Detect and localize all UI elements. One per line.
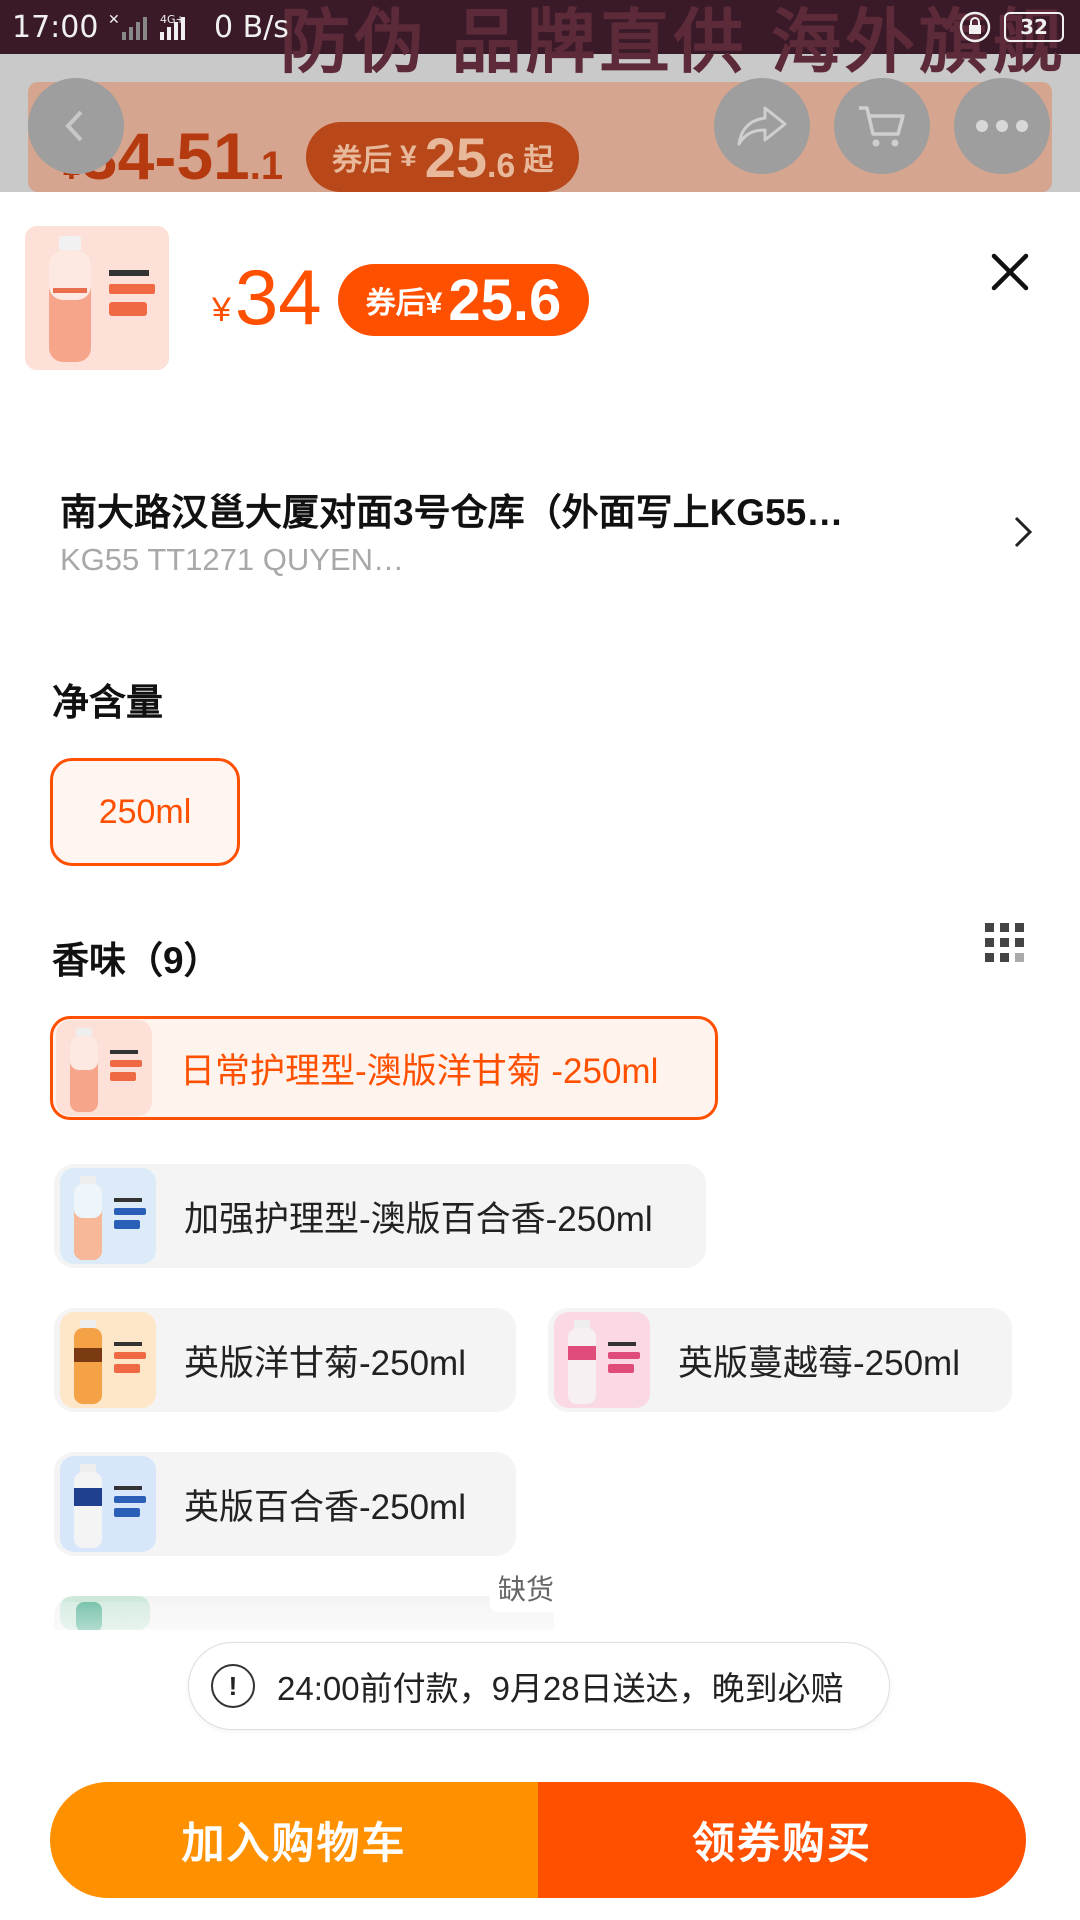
back-button[interactable] xyxy=(28,78,124,174)
price-value: 34 xyxy=(234,253,322,341)
scent-section-title: 香味（9） xyxy=(52,940,221,981)
delivery-notice-text: 24:00前付款，9月28日送达，晚到必赔 xyxy=(277,1670,844,1707)
product-bottle-image xyxy=(25,226,169,370)
scent-option-2-label: 加强护理型-澳版百合香-250ml xyxy=(184,1199,653,1239)
coupon-price-value: 25.6 xyxy=(448,267,562,333)
cart-button[interactable] xyxy=(834,78,930,174)
more-button[interactable] xyxy=(954,78,1050,174)
scent-option-1-thumbnail xyxy=(56,1020,152,1116)
battery-indicator: 32 xyxy=(1004,12,1064,42)
coupon-price-pill: 券后¥ 25.6 xyxy=(337,264,590,336)
status-bar: 17:00 ✕ 4G+ 0 B/s 32 xyxy=(0,0,1080,54)
scent-option-3-label: 英版洋甘菊-250ml xyxy=(184,1343,466,1383)
svg-text:✕: ✕ xyxy=(108,12,120,28)
price-currency: ¥ xyxy=(212,291,231,329)
info-icon: ! xyxy=(211,1664,255,1708)
address-title[interactable]: 南大路汉邕大厦对面3号仓库（外面写上KG55… xyxy=(60,482,890,536)
scent-option-2-thumbnail xyxy=(60,1168,156,1264)
status-net-speed: 0 B/s xyxy=(214,10,289,45)
background-coupon-suffix: 起 xyxy=(523,144,554,177)
delivery-notice: ! 24:00前付款，9月28日送达，晚到必赔 xyxy=(188,1642,890,1730)
signal-icon: ✕ 4G+ xyxy=(108,12,185,40)
share-button[interactable] xyxy=(714,78,810,174)
address-subtitle[interactable]: KG55 TT1271 QUYEN… xyxy=(60,542,404,578)
scent-option-3-thumbnail xyxy=(60,1312,156,1408)
background-coupon: 券后 ¥ 25.6 起 xyxy=(306,122,580,192)
scent-option-5-thumbnail xyxy=(60,1456,156,1552)
coupon-price-label: 券后¥ xyxy=(365,287,443,320)
volume-section-title: 净含量 xyxy=(52,682,163,723)
background-price-decimal: .1 xyxy=(249,144,284,188)
action-bar: 加入购物车 领券购买 xyxy=(50,1782,1026,1898)
scent-option-4-label: 英版蔓越莓-250ml xyxy=(678,1343,960,1383)
rotation-lock-icon xyxy=(959,11,991,43)
scent-option-5-label: 英版百合香-250ml xyxy=(184,1487,466,1527)
grid-view-toggle[interactable] xyxy=(984,922,1026,969)
product-thumbnail[interactable] xyxy=(25,226,169,370)
close-icon xyxy=(991,253,1029,291)
scent-option-4[interactable]: 英版蔓越莓-250ml xyxy=(548,1308,1012,1412)
scent-option-5[interactable]: 英版百合香-250ml xyxy=(54,1452,516,1556)
background-coupon-int: 25 xyxy=(424,125,487,189)
scent-option-3[interactable]: 英版洋甘菊-250ml xyxy=(54,1308,516,1412)
scent-option-4-thumbnail xyxy=(554,1312,650,1408)
background-coupon-currency: ¥ xyxy=(400,140,417,173)
close-button[interactable] xyxy=(986,248,1034,296)
background-coupon-label: 券后 xyxy=(332,144,392,177)
scent-option-2[interactable]: 加强护理型-澳版百合香-250ml xyxy=(54,1164,706,1268)
share-icon xyxy=(737,106,787,146)
chevron-right-icon xyxy=(1014,516,1033,548)
chevron-left-icon xyxy=(65,110,83,142)
more-dots-icon xyxy=(976,120,1028,132)
scent-option-1[interactable]: 日常护理型-澳版洋甘菊 -250ml xyxy=(50,1016,718,1120)
background-coupon-decimal: .6 xyxy=(486,146,516,185)
add-to-cart-button[interactable]: 加入购物车 xyxy=(50,1782,538,1898)
scent-option-1-label: 日常护理型-澳版洋甘菊 -250ml xyxy=(180,1051,659,1091)
background-coupon-value: 25.6 xyxy=(425,125,516,190)
claim-coupon-buy-button[interactable]: 领券购买 xyxy=(538,1782,1026,1898)
cart-icon xyxy=(859,106,905,147)
price-row: ¥ 34 券后¥ 25.6 xyxy=(212,252,590,342)
volume-option-250ml[interactable]: 250ml xyxy=(50,758,240,866)
address-selector[interactable] xyxy=(1012,514,1034,555)
sku-selector-sheet: ¥ 34 券后¥ 25.6 南大路汉邕大厦对面3号仓库（外面写上KG55… KG… xyxy=(0,192,1080,1920)
grid-icon xyxy=(985,923,1024,962)
status-time: 17:00 xyxy=(12,10,99,45)
